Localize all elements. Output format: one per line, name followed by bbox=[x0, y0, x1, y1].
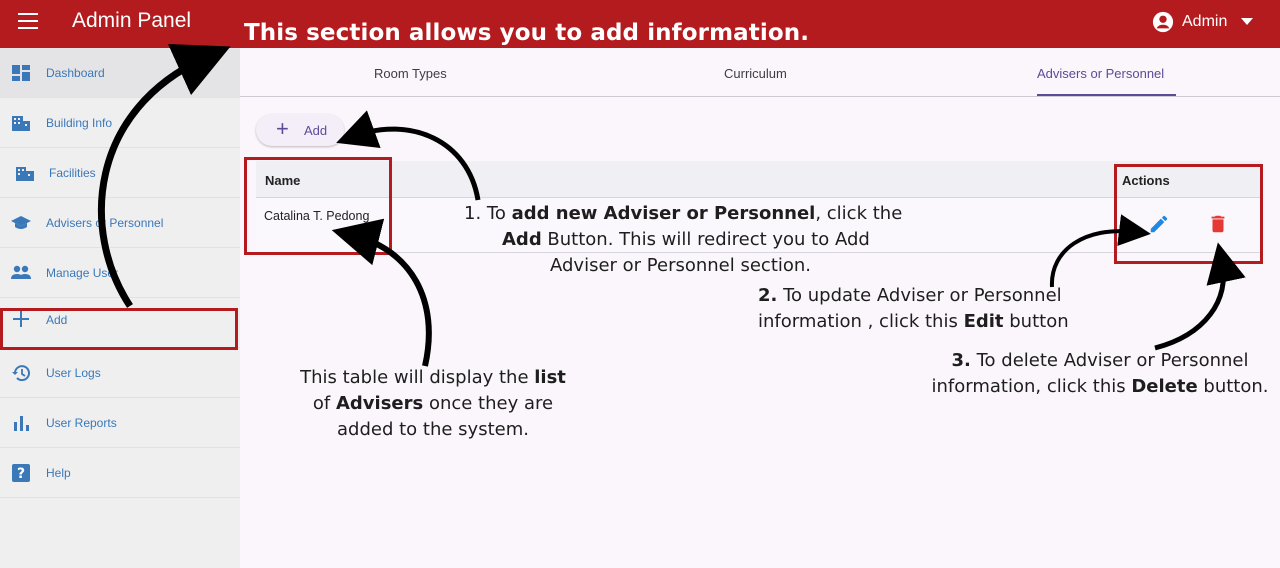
dashboard-icon bbox=[12, 65, 30, 81]
user-menu[interactable]: Admin bbox=[1152, 10, 1254, 34]
sidebar-item-label: Building Info bbox=[46, 116, 113, 130]
add-button[interactable]: + Add bbox=[256, 114, 344, 146]
note-table: This table will display the list of Advi… bbox=[300, 367, 566, 440]
sidebar-item-advisers-or-personnel[interactable]: Advisers or Personnel bbox=[0, 198, 240, 248]
active-tab-indicator bbox=[1037, 94, 1176, 96]
highlight-actions-column bbox=[1114, 164, 1263, 264]
sidebar-item-label: Dashboard bbox=[46, 66, 105, 80]
table-header: Name Actions bbox=[256, 161, 1262, 198]
sidebar-item-building-info[interactable]: Building Info bbox=[0, 98, 240, 148]
building-icon bbox=[12, 116, 30, 131]
sidebar-item-manage-user[interactable]: Manage User bbox=[0, 248, 240, 298]
sidebar-item-label: User Reports bbox=[46, 416, 117, 430]
hamburger-menu-icon[interactable] bbox=[18, 13, 38, 31]
svg-text:?: ? bbox=[17, 466, 25, 482]
help-icon: ? bbox=[12, 464, 30, 482]
note-edit: 2. To update Adviser or Personnel inform… bbox=[758, 285, 1069, 332]
arrow-note-to-name-cell bbox=[331, 218, 432, 367]
people-icon bbox=[11, 265, 31, 279]
sidebar-item-dashboard[interactable]: Dashboard bbox=[0, 48, 240, 98]
add-button-label: Add bbox=[304, 123, 328, 138]
sidebar-item-facilities[interactable]: Facilities bbox=[0, 148, 240, 198]
note-delete: 3. To delete Adviser or Personnel inform… bbox=[931, 350, 1269, 397]
sidebar-item-label: Manage User bbox=[46, 266, 119, 280]
account-circle-icon bbox=[1152, 11, 1174, 33]
facilities-icon bbox=[16, 167, 34, 181]
history-icon bbox=[12, 365, 30, 382]
tab-label: Advisers or Personnel bbox=[1037, 66, 1165, 81]
sidebar-item-label: Facilities bbox=[49, 166, 96, 180]
school-cap-icon bbox=[11, 216, 31, 229]
caret-down-icon bbox=[1241, 18, 1254, 25]
tab-label: Curriculum bbox=[724, 66, 787, 81]
plus-icon: + bbox=[276, 116, 289, 141]
arrow-note-to-delete bbox=[1154, 242, 1246, 351]
app-bar: Admin Panel This section allows you to a… bbox=[0, 0, 1280, 48]
app-title: Admin Panel bbox=[72, 9, 192, 32]
sidebar-item-label: Help bbox=[46, 466, 71, 480]
annotation-banner: This section allows you to add informati… bbox=[244, 20, 810, 46]
sidebar-item-user-reports[interactable]: User Reports bbox=[0, 398, 240, 448]
sidebar-item-help[interactable]: ? Help bbox=[0, 448, 240, 498]
sidebar-item-label: Advisers or Personnel bbox=[46, 216, 164, 230]
tab-label: Room Types bbox=[374, 66, 447, 81]
highlight-name-column bbox=[244, 157, 392, 255]
bar-chart-icon bbox=[14, 416, 29, 431]
sidebar-item-user-logs[interactable]: User Logs bbox=[0, 348, 240, 398]
sidebar-item-label: User Logs bbox=[46, 366, 101, 380]
tab-bar: Room Types Curriculum Advisers or Person… bbox=[240, 48, 1280, 97]
user-name: Admin bbox=[1182, 13, 1228, 30]
note-add-adviser: 1. To add new Adviser or Personnel, clic… bbox=[464, 203, 903, 276]
highlight-sidebar-add bbox=[0, 308, 238, 350]
